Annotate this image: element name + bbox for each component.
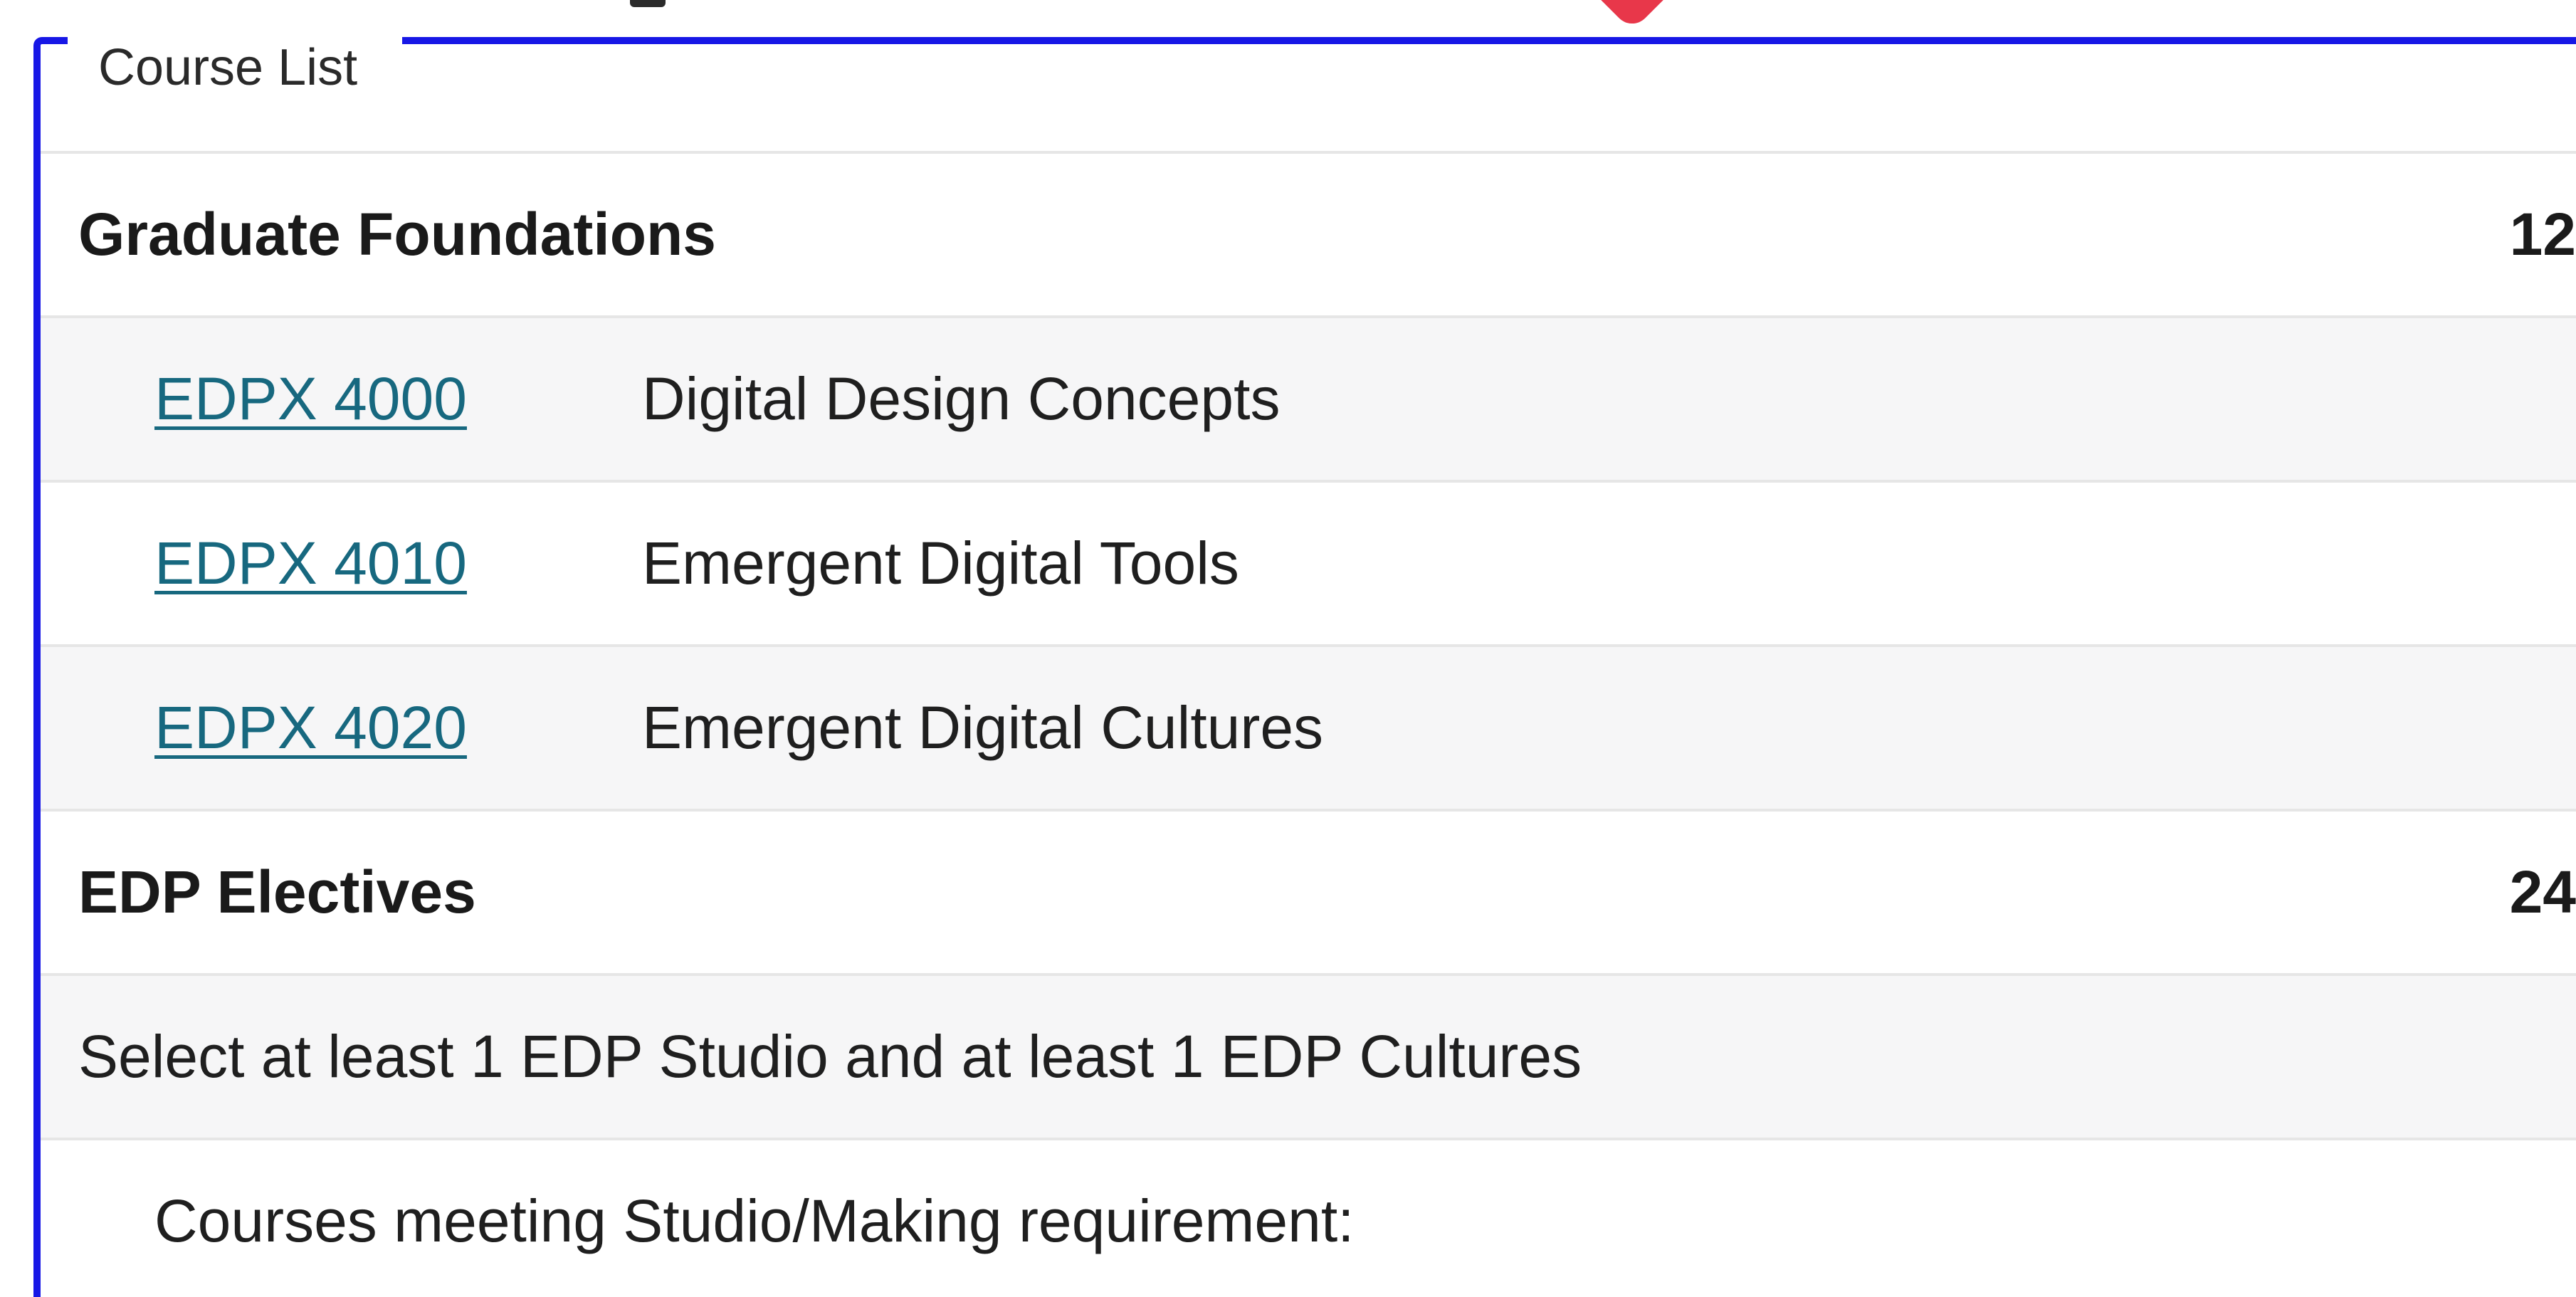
section-hours: 12 [2509,201,2576,268]
section-title: EDP Electives [78,858,476,925]
course-list-legend: Course List [98,39,358,96]
course-list-table: Graduate Foundations 12 EDPX 4000 Digita… [41,151,2576,1297]
course-code-link[interactable]: EDPX 4020 [154,693,467,762]
section-header-row: EDP Electives 24 [41,809,2576,973]
section-note-row: Select at least 1 EDP Studio and at leas… [41,973,2576,1138]
course-row: EDPX 4000 Digital Design Concepts [41,315,2576,480]
page: Course List Graduate Foundations 12 EDPX… [0,0,2576,1297]
course-title: Emergent Digital Tools [642,530,1239,597]
section-header-row: Graduate Foundations 12 [41,151,2576,315]
course-row: EDPX 4020 Emergent Digital Cultures [41,644,2576,809]
course-code-link[interactable]: EDPX 4010 [154,529,467,598]
course-title: Emergent Digital Cultures [642,694,1324,761]
section-title: Graduate Foundations [78,201,717,268]
top-edge-fragment [630,0,666,7]
section-note: Select at least 1 EDP Studio and at leas… [78,1023,1582,1090]
subheading-row: Courses meeting Studio/Making requiremen… [41,1138,2576,1297]
map-pin-icon [1589,0,1676,31]
course-code-link[interactable]: EDPX 4000 [154,364,467,434]
course-title: Digital Design Concepts [642,365,1281,432]
requirement-subheading: Courses meeting Studio/Making requiremen… [154,1187,1355,1254]
section-hours: 24 [2509,858,2576,925]
course-row: EDPX 4010 Emergent Digital Tools [41,480,2576,644]
